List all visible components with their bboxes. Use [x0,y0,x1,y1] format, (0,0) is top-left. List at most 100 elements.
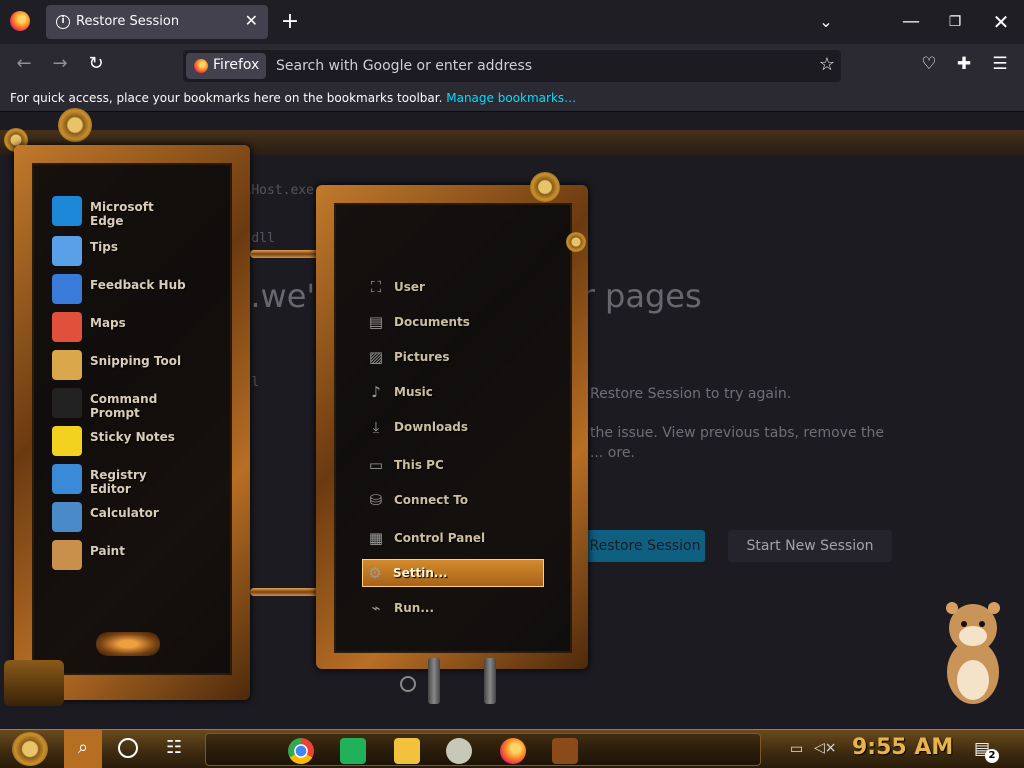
app-label: Tips [90,240,119,254]
pocket-icon[interactable]: ♡ [917,54,941,74]
clock[interactable]: 9:55 AM [852,735,953,760]
user-icon: ⛶ [370,278,382,296]
address-input[interactable] [276,54,796,78]
music-icon: ♪ [371,383,381,401]
cortana-icon[interactable] [118,738,138,758]
start-menu-place-item[interactable]: ♪ Music [364,379,544,407]
start-menu-app-item[interactable]: Tips [36,234,206,268]
start-menu-app-item[interactable]: Registry Editor [36,462,206,496]
reload-icon[interactable]: ↻ [84,53,108,74]
start-menu-place-item[interactable]: ⛶ User [364,274,544,302]
bookmarks-hint-text: For quick access, place your bookmarks h… [10,91,443,105]
start-menu-place-item[interactable]: ⛁ Connect To [364,487,544,515]
start-menu-app-item[interactable]: Snipping Tool [36,348,206,382]
tube-decoration [484,658,496,704]
place-label: This PC [394,458,444,472]
start-menu-place-item[interactable]: ⚙ Settin... [362,559,544,587]
bookmark-star-icon[interactable]: ☆ [819,54,835,75]
terminal-icon [52,388,82,418]
paint-icon [52,540,82,570]
start-menu-app-item[interactable]: Sticky Notes [36,424,206,458]
feedback-icon [52,274,82,304]
chrome-icon[interactable] [288,738,314,764]
pipe-decoration [250,250,320,258]
minimize-button[interactable]: — [888,0,934,44]
back-arrow-icon[interactable]: ← [12,53,36,74]
start-menu-place-item[interactable]: ⌁ Run... [364,595,544,623]
control-panel-icon: ▦ [368,529,384,547]
start-menu-app-item[interactable]: Maps [36,310,206,344]
gear-decoration-icon [530,172,560,202]
page-description: Restore Session to try again. [590,386,792,402]
start-menu-place-item[interactable]: ▦ Control Panel [364,525,544,553]
app-label: Paint [90,544,125,558]
start-menu-place-item[interactable]: ⤓ Downloads [364,414,544,442]
folder-icon[interactable] [394,738,420,764]
machinery-decoration [4,660,64,706]
start-menu-place-item[interactable]: ▭ This PC [364,452,544,480]
search-icon[interactable]: ⌕ [64,729,102,768]
forward-arrow-icon[interactable]: → [48,53,72,74]
hamburger-menu-icon[interactable]: ☰ [988,54,1012,74]
url-bar[interactable]: Firefox ☆ [183,50,841,82]
bookmarks-toolbar: For quick access, place your bookmarks h… [0,86,1024,112]
place-label: Control Panel [394,531,486,545]
monitor-icon: ▭ [368,456,384,474]
unknown-app-icon[interactable] [552,738,578,764]
download-icon: ⤓ [372,418,380,436]
app-label: Calculator [90,506,159,520]
power-button[interactable] [400,676,416,692]
app-label: Registry Editor [90,468,147,496]
identity-box[interactable]: Firefox [186,53,266,79]
start-menu-app-item[interactable]: Paint [36,538,206,572]
tab-title: Restore Session [76,14,180,29]
edge-icon [52,196,82,226]
navigation-toolbar: ← → ↻ Firefox ☆ ♡ ✚ ☰ [0,44,1024,86]
list-tabs-chevron-icon[interactable]: ⌄ [803,0,849,44]
pipe-decoration [250,588,320,596]
picture-icon: ▨ [368,348,384,366]
lamp-decoration [96,632,160,656]
place-label: Pictures [394,350,450,364]
scissors-icon [52,350,82,380]
restore-session-button[interactable]: Restore Session [585,530,705,562]
start-menu-app-item[interactable]: Calculator [36,500,206,534]
restore-window-button[interactable]: ❐ [932,0,978,44]
sticky-note-icon [52,426,82,456]
tube-decoration [428,658,440,704]
close-window-button[interactable]: ✕ [978,0,1024,44]
taskbar-apps [205,733,761,766]
gear-decoration-icon [58,108,92,142]
lightbulb-icon [52,236,82,266]
place-label: Run... [394,601,435,615]
gear-decoration-icon [566,232,586,252]
place-label: Connect To [394,493,469,507]
start-menu-place-item[interactable]: ▨ Pictures [364,344,544,372]
manage-bookmarks-link[interactable]: Manage bookmarks… [446,91,576,105]
place-label: Downloads [394,420,469,434]
info-icon: i [56,15,70,29]
start-button[interactable] [12,732,48,766]
network-icon[interactable]: ▭ [790,741,803,757]
firefox-logo-icon[interactable] [10,11,30,31]
sheets-icon[interactable] [340,738,366,764]
tab-restore-session[interactable]: i Restore Session ✕ [46,5,268,39]
new-tab-button[interactable]: + [267,0,313,44]
start-new-session-button[interactable]: Start New Session [728,530,892,562]
start-menu-app-item[interactable]: Command Prompt [36,386,206,420]
app-label: Microsoft Edge [90,200,154,228]
calculator-icon [52,502,82,532]
task-view-icon[interactable]: ☷ [166,737,182,758]
firefox-small-icon [194,59,208,73]
hamster-mascot [946,602,1000,704]
start-menu-app-item[interactable]: Feedback Hub [36,272,206,306]
close-tab-icon[interactable]: ✕ [245,11,258,30]
volume-muted-icon[interactable]: ◁× [814,740,837,756]
app-label: Maps [90,316,126,330]
extensions-puzzle-icon[interactable]: ✚ [952,54,976,74]
firefox-icon[interactable] [500,738,526,764]
place-label: Music [394,385,433,399]
start-menu-app-item[interactable]: Microsoft Edge [36,194,206,228]
bird-icon[interactable] [446,738,472,764]
start-menu-place-item[interactable]: ▤ Documents [364,309,544,337]
